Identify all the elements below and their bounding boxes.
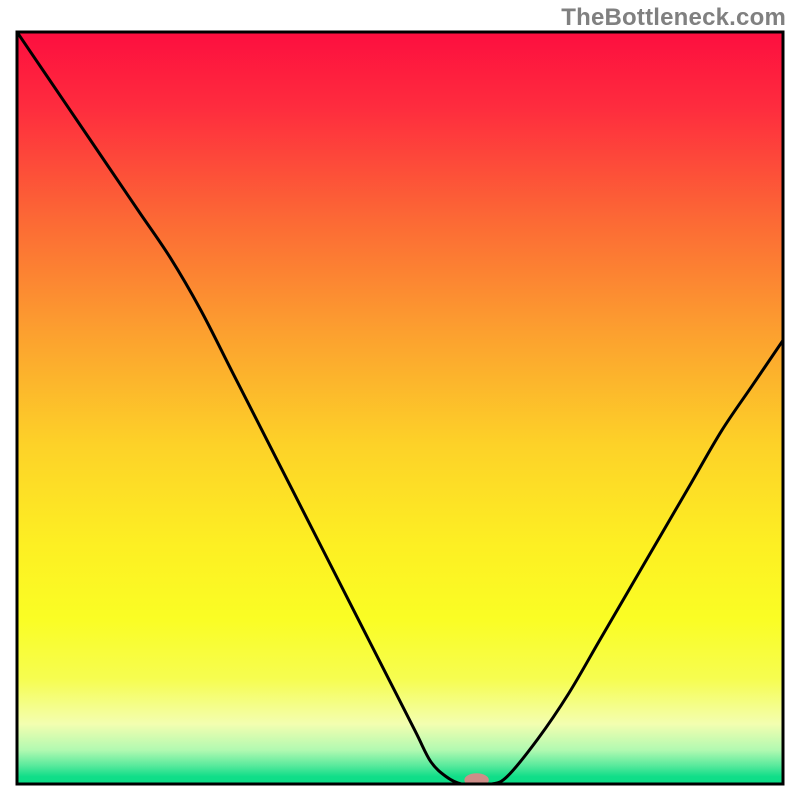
bottleneck-chart: TheBottleneck.com — [0, 0, 800, 800]
gradient-background — [17, 32, 783, 784]
watermark-text: TheBottleneck.com — [561, 4, 786, 32]
chart-svg — [0, 0, 800, 800]
